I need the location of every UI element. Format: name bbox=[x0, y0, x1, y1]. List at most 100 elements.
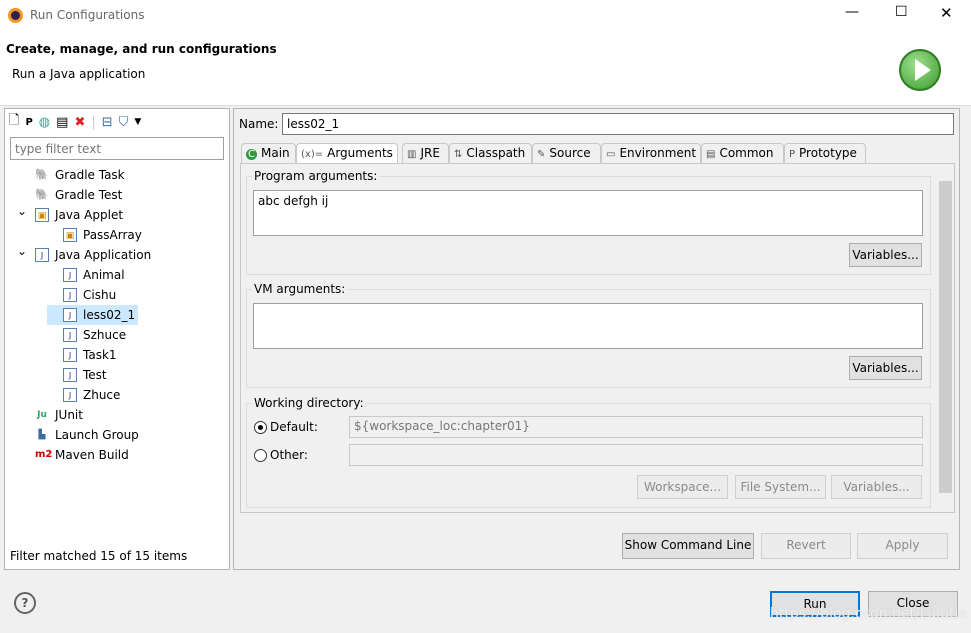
tree-item-label: Java Application bbox=[55, 248, 152, 262]
tree-item[interactable]: Ju JUnit bbox=[19, 405, 83, 425]
default-label: Default: bbox=[270, 420, 318, 434]
filter-input[interactable] bbox=[10, 137, 224, 160]
tab-label: JRE bbox=[420, 146, 440, 160]
tab-main[interactable]: C Main bbox=[241, 143, 296, 163]
tab-label: Main bbox=[260, 146, 290, 160]
tab-icon: P bbox=[789, 149, 796, 160]
tree-item[interactable]: J Test bbox=[47, 365, 107, 385]
collapse-all-icon[interactable]: ⊟ bbox=[102, 115, 113, 130]
new-prototype-icon[interactable]: P bbox=[25, 117, 32, 128]
default-radio[interactable] bbox=[254, 421, 267, 434]
tree-item-label: Task1 bbox=[83, 348, 117, 362]
applet-icon: ▣ bbox=[35, 208, 49, 222]
new-config-icon[interactable]: 🗋 bbox=[9, 111, 19, 133]
gradle-icon: 🐘 bbox=[35, 168, 49, 181]
vertical-scrollbar[interactable] bbox=[937, 164, 954, 512]
tree-item[interactable]: J Task1 bbox=[47, 345, 117, 365]
tab-jre[interactable]: ▥ JRE bbox=[402, 143, 449, 163]
tab-label: Classpath bbox=[466, 146, 526, 160]
tree-item[interactable]: ⌄ ▣ Java Applet bbox=[17, 204, 123, 225]
tree-item-label: Gradle Test bbox=[55, 188, 123, 202]
vm-variables-button[interactable]: Variables... bbox=[849, 356, 922, 380]
toolbar: 🗋 P ◍ ▤ ✖ | ⊟ ⛉ ▼ bbox=[9, 111, 141, 133]
program-arguments-input[interactable]: abc defgh ij bbox=[253, 190, 923, 236]
tree-item-label: JUnit bbox=[55, 408, 83, 422]
tab-icon: ▥ bbox=[407, 149, 417, 160]
tree-item-label: Cishu bbox=[83, 288, 117, 302]
name-input[interactable] bbox=[282, 113, 954, 135]
dropdown-icon[interactable]: ▼ bbox=[134, 117, 141, 127]
show-command-line-button[interactable]: Show Command Line bbox=[622, 533, 754, 559]
tree-item-label: Maven Build bbox=[55, 448, 129, 462]
tab-source[interactable]: ✎ Source bbox=[532, 143, 601, 163]
tab-icon: ⇅ bbox=[454, 149, 463, 160]
gradle-icon: 🐘 bbox=[35, 188, 49, 201]
minimize-button[interactable]: — bbox=[845, 4, 859, 20]
expand-chevron-icon[interactable]: ⌄ bbox=[17, 241, 27, 261]
close-window-button[interactable]: ✕ bbox=[940, 4, 953, 22]
filter-icon[interactable]: ⛉ bbox=[119, 115, 129, 130]
java-app-icon: J bbox=[63, 388, 77, 402]
tree-item[interactable]: J Szhuce bbox=[47, 325, 126, 345]
java-app-icon: J bbox=[63, 308, 77, 322]
launch-group-icon: ▙ bbox=[38, 430, 46, 440]
tree-item-label: Animal bbox=[83, 268, 125, 282]
other-radio[interactable] bbox=[254, 449, 267, 462]
tree-item[interactable]: Jless02_1 bbox=[47, 305, 139, 325]
tree-item[interactable]: m2 Maven Build bbox=[19, 445, 129, 465]
java-app-icon: J bbox=[63, 268, 77, 282]
tab-icon: (x)= bbox=[301, 149, 324, 160]
tab-icon: ▤ bbox=[706, 149, 716, 160]
duplicate-icon[interactable]: ◍ bbox=[39, 115, 50, 130]
maven-icon: m2 bbox=[35, 449, 53, 460]
workspace-button[interactable]: Workspace... bbox=[637, 475, 728, 499]
tree-item-label: Gradle Task bbox=[55, 168, 125, 182]
java-app-icon: J bbox=[63, 288, 77, 302]
program-variables-button[interactable]: Variables... bbox=[849, 243, 922, 267]
tab-common[interactable]: ▤ Common bbox=[701, 143, 784, 163]
program-arguments-label: Program arguments: bbox=[252, 169, 380, 183]
title-bar: Run Configurations — ☐ ✕ bbox=[0, 0, 971, 32]
tree-item[interactable]: J Animal bbox=[47, 265, 125, 285]
working-directory-label: Working directory: bbox=[252, 396, 366, 410]
tab-environment[interactable]: ▭ Environment bbox=[601, 143, 701, 163]
tree-item[interactable]: 🐘 Gradle Test bbox=[19, 185, 122, 205]
watermark: https://blog.csdn.net/Lulutia bbox=[770, 606, 967, 622]
java-app-icon: J bbox=[35, 248, 49, 262]
delete-icon[interactable]: ✖ bbox=[74, 115, 85, 130]
window-title: Run Configurations bbox=[30, 8, 145, 22]
java-app-icon: J bbox=[63, 368, 77, 382]
expand-chevron-icon[interactable]: ⌄ bbox=[17, 201, 27, 221]
tab-label: Arguments bbox=[327, 146, 393, 160]
tree-item[interactable]: ▙ Launch Group bbox=[19, 425, 139, 445]
config-list-panel: 🗋 P ◍ ▤ ✖ | ⊟ ⛉ ▼ 🐘 Gradle Task 🐘 Gradle Te… bbox=[4, 108, 230, 570]
tree-item-label: PassArray bbox=[83, 228, 142, 242]
tree-item[interactable]: 🐘 Gradle Task bbox=[19, 165, 125, 185]
tab-classpath[interactable]: ⇅ Classpath bbox=[449, 143, 532, 163]
run-banner-icon bbox=[899, 49, 941, 91]
default-directory-field: ${workspace_loc:chapter01} bbox=[349, 416, 923, 438]
tab-arguments[interactable]: (x)= Arguments bbox=[296, 143, 398, 164]
other-directory-field[interactable] bbox=[349, 444, 923, 466]
tree-item[interactable]: J Zhuce bbox=[47, 385, 120, 405]
tab-label: Source bbox=[549, 146, 591, 160]
workdir-variables-button[interactable]: Variables... bbox=[831, 475, 922, 499]
vm-arguments-input[interactable] bbox=[253, 303, 923, 349]
vm-arguments-label: VM arguments: bbox=[252, 282, 348, 296]
tree-item[interactable]: ▣ PassArray bbox=[47, 225, 142, 245]
help-icon[interactable]: ? bbox=[14, 592, 36, 614]
tree-item[interactable]: ⌄ J Java Application bbox=[17, 244, 152, 265]
export-icon[interactable]: ▤ bbox=[56, 115, 68, 130]
maximize-button[interactable]: ☐ bbox=[895, 4, 908, 20]
tree-item-label: Launch Group bbox=[55, 428, 139, 442]
tree-item-label: Test bbox=[83, 368, 107, 382]
file-system-button[interactable]: File System... bbox=[735, 475, 826, 499]
apply-button[interactable]: Apply bbox=[857, 533, 948, 559]
tab-label: Common bbox=[719, 146, 774, 160]
tree-item[interactable]: J Cishu bbox=[47, 285, 116, 305]
tree-item-label: Zhuce bbox=[83, 388, 121, 402]
tab-prototype[interactable]: P Prototype bbox=[784, 143, 866, 163]
junit-icon: Ju bbox=[37, 410, 47, 420]
revert-button[interactable]: Revert bbox=[761, 533, 851, 559]
applet-icon: ▣ bbox=[63, 228, 77, 242]
